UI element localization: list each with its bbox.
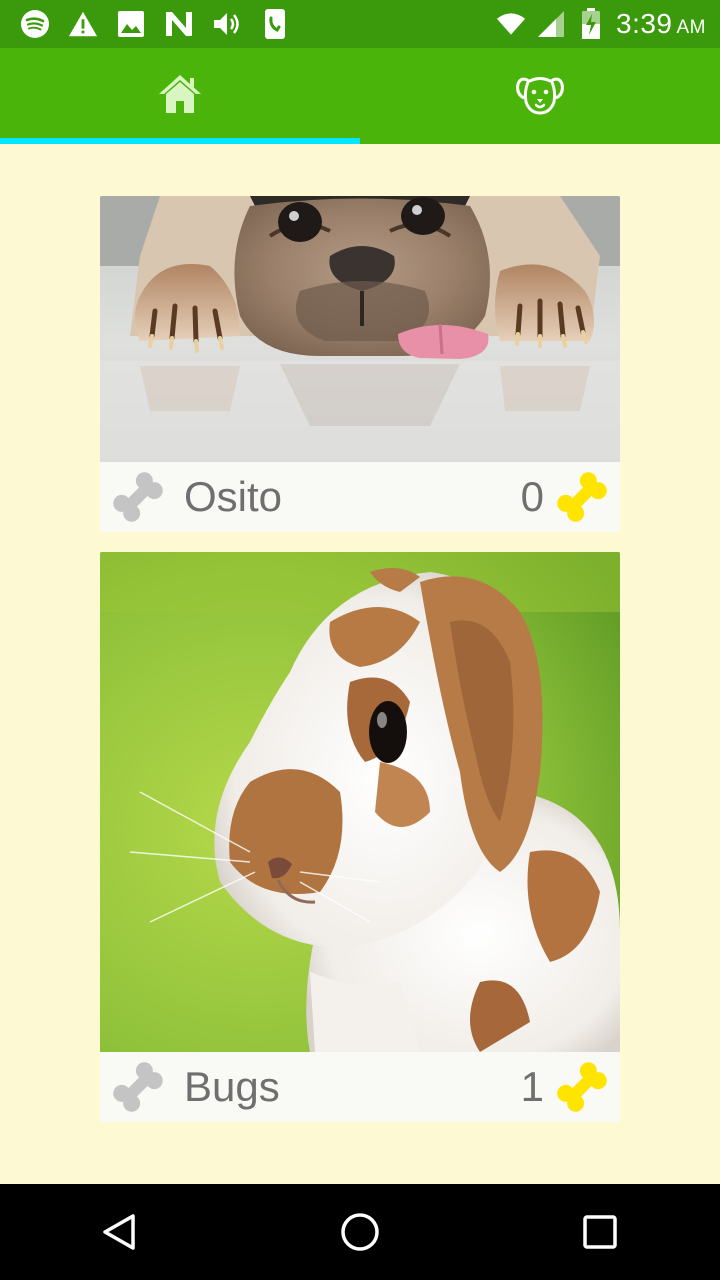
pet-photo-rabbit: [100, 552, 620, 1052]
phone-clipboard-icon: [260, 9, 290, 39]
pet-card: Osito 0: [100, 196, 620, 532]
bone-count: 0: [520, 473, 544, 520]
spotify-icon: [20, 9, 50, 39]
n-app-icon: [164, 9, 194, 39]
navigation-bar: [0, 1184, 720, 1280]
back-icon: [103, 1214, 135, 1250]
status-system: 3:39 AM: [496, 8, 706, 40]
pet-photo-pug: [100, 196, 620, 462]
recents-button[interactable]: [552, 1184, 648, 1280]
dog-face-icon: [515, 72, 565, 121]
cell-signal-icon: [536, 9, 566, 39]
home-circle-icon: [341, 1213, 379, 1251]
pet-list: Osito 0 Bugs 1: [0, 144, 720, 1184]
status-clock: 3:39 AM: [616, 8, 706, 39]
pet-card: Bugs 1: [100, 552, 620, 1122]
pet-name: Osito: [184, 473, 283, 520]
bone-gray-icon[interactable]: [110, 469, 166, 525]
back-button[interactable]: [72, 1184, 168, 1280]
battery-charging-icon: [576, 8, 606, 39]
bone-yellow-icon[interactable]: [554, 469, 610, 525]
warning-icon: [68, 9, 98, 39]
home-button[interactable]: [312, 1184, 408, 1280]
status-notifications: [20, 9, 290, 39]
bone-count: 1: [520, 1063, 544, 1110]
volume-icon: [212, 9, 242, 39]
tab-bar: [0, 48, 720, 144]
status-bar: 3:39 AM: [0, 0, 720, 48]
tab-pet[interactable]: [360, 48, 720, 144]
wifi-icon: [496, 9, 526, 39]
home-icon: [156, 72, 204, 121]
pet-card-footer: Bugs 1: [100, 1052, 620, 1122]
tab-home[interactable]: [0, 48, 360, 144]
image-icon: [116, 9, 146, 39]
recents-icon: [583, 1215, 617, 1249]
bone-gray-icon[interactable]: [110, 1059, 166, 1115]
pet-name: Bugs: [184, 1063, 280, 1110]
pet-card-footer: Osito 0: [100, 462, 620, 532]
bone-yellow-icon[interactable]: [554, 1059, 610, 1115]
